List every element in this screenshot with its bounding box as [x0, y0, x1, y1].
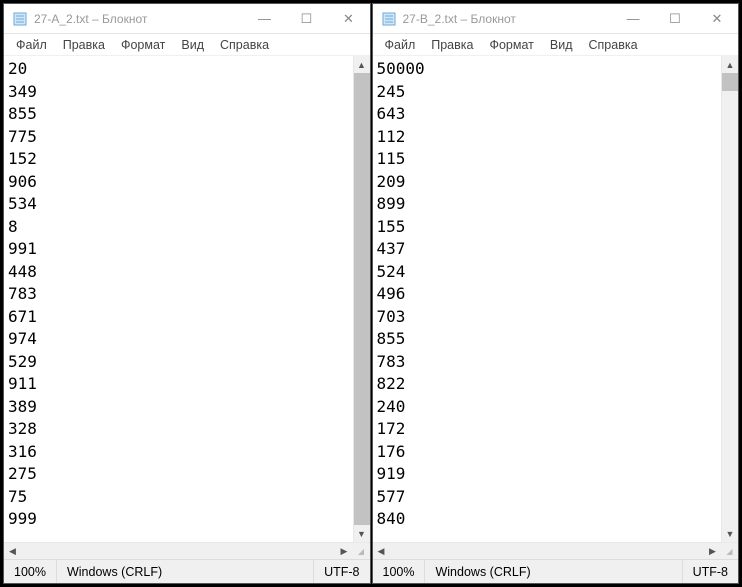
window-controls: ― ☐ ✕ — [612, 4, 738, 33]
menu-edit[interactable]: Правка — [57, 36, 111, 54]
content-area: 50000 245 643 112 115 209 899 155 437 52… — [373, 56, 739, 542]
menu-edit[interactable]: Правка — [425, 36, 479, 54]
scroll-track[interactable] — [354, 73, 370, 525]
titlebar[interactable]: 27-A_2.txt – Блокнот ― ☐ ✕ — [4, 4, 370, 34]
close-button[interactable]: ✕ — [328, 4, 370, 33]
minimize-button[interactable]: ― — [244, 4, 286, 33]
scroll-right-icon[interactable]: ▶ — [704, 543, 721, 559]
vertical-scrollbar[interactable]: ▲ ▼ — [721, 56, 738, 542]
status-eol: Windows (CRLF) — [425, 560, 682, 583]
notepad-icon — [381, 11, 397, 27]
text-content[interactable]: 50000 245 643 112 115 209 899 155 437 52… — [373, 56, 722, 542]
titlebar[interactable]: 27-B_2.txt – Блокнот ― ☐ ✕ — [373, 4, 739, 34]
minimize-button[interactable]: ― — [612, 4, 654, 33]
status-zoom: 100% — [4, 560, 57, 583]
menu-format[interactable]: Формат — [115, 36, 171, 54]
menu-file[interactable]: Файл — [379, 36, 422, 54]
menu-view[interactable]: Вид — [175, 36, 210, 54]
scroll-right-icon[interactable]: ▶ — [336, 543, 353, 559]
scroll-left-icon[interactable]: ◀ — [4, 543, 21, 559]
status-encoding: UTF-8 — [314, 560, 369, 583]
notepad-window-a: 27-A_2.txt – Блокнот ― ☐ ✕ Файл Правка Ф… — [3, 3, 371, 584]
menu-file[interactable]: Файл — [10, 36, 53, 54]
notepad-window-b: 27-B_2.txt – Блокнот ― ☐ ✕ Файл Правка Ф… — [372, 3, 740, 584]
text-content[interactable]: 20 349 855 775 152 906 534 8 991 448 783… — [4, 56, 353, 542]
maximize-button[interactable]: ☐ — [654, 4, 696, 33]
scroll-up-icon[interactable]: ▲ — [354, 56, 370, 73]
scroll-thumb[interactable] — [354, 73, 370, 525]
scroll-down-icon[interactable]: ▼ — [354, 525, 370, 542]
close-button[interactable]: ✕ — [696, 4, 738, 33]
notepad-icon — [12, 11, 28, 27]
status-zoom: 100% — [373, 560, 426, 583]
window-controls: ― ☐ ✕ — [244, 4, 370, 33]
resize-grip-icon[interactable]: ◢ — [353, 543, 370, 559]
content-area: 20 349 855 775 152 906 534 8 991 448 783… — [4, 56, 370, 542]
status-encoding: UTF-8 — [683, 560, 738, 583]
menubar: Файл Правка Формат Вид Справка — [373, 34, 739, 56]
scroll-track[interactable] — [722, 73, 738, 525]
statusbar: 100% Windows (CRLF) UTF-8 — [373, 559, 739, 583]
scroll-thumb[interactable] — [722, 73, 738, 91]
scroll-up-icon[interactable]: ▲ — [722, 56, 738, 73]
hscroll-track[interactable] — [390, 543, 705, 559]
statusbar: 100% Windows (CRLF) UTF-8 — [4, 559, 370, 583]
menu-format[interactable]: Формат — [483, 36, 539, 54]
horizontal-scrollbar[interactable]: ◀ ▶ ◢ — [373, 542, 739, 559]
hscroll-track[interactable] — [21, 543, 336, 559]
scroll-left-icon[interactable]: ◀ — [373, 543, 390, 559]
menu-view[interactable]: Вид — [544, 36, 579, 54]
menu-help[interactable]: Справка — [214, 36, 275, 54]
status-eol: Windows (CRLF) — [57, 560, 314, 583]
window-title: 27-B_2.txt – Блокнот — [403, 12, 613, 26]
menu-help[interactable]: Справка — [583, 36, 644, 54]
maximize-button[interactable]: ☐ — [286, 4, 328, 33]
vertical-scrollbar[interactable]: ▲ ▼ — [353, 56, 370, 542]
scroll-down-icon[interactable]: ▼ — [722, 525, 738, 542]
resize-grip-icon[interactable]: ◢ — [721, 543, 738, 559]
horizontal-scrollbar[interactable]: ◀ ▶ ◢ — [4, 542, 370, 559]
menubar: Файл Правка Формат Вид Справка — [4, 34, 370, 56]
window-title: 27-A_2.txt – Блокнот — [34, 12, 244, 26]
